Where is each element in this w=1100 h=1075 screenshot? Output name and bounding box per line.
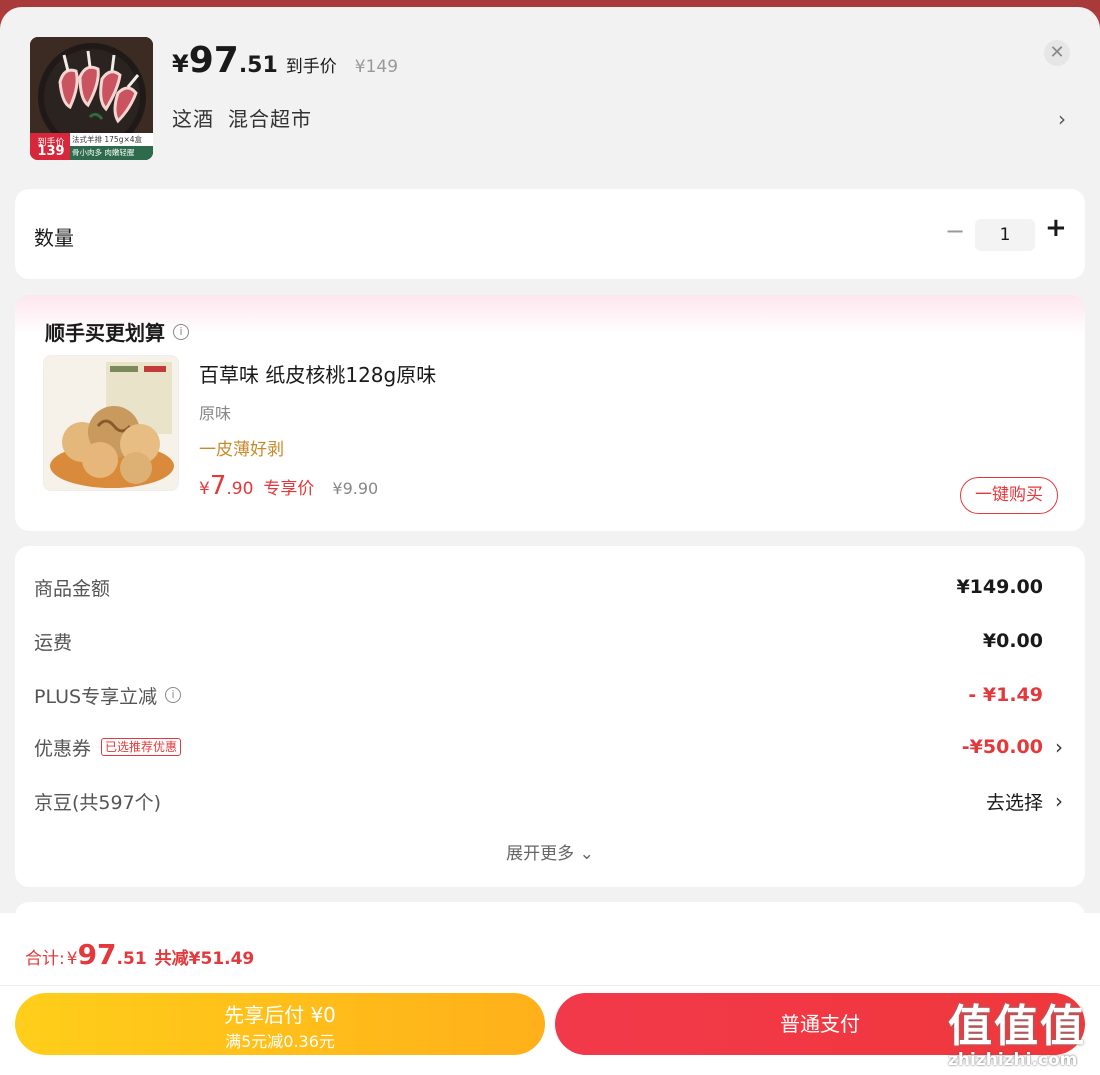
shop-name-1: 这酒 bbox=[172, 107, 214, 131]
summary-label: 优惠券 已选推荐优惠 bbox=[34, 734, 182, 761]
pay-later-button[interactable]: 先享后付 ¥0 满5元减0.36元 bbox=[15, 993, 545, 1055]
info-icon[interactable]: i bbox=[173, 323, 189, 340]
summary-value: - ¥1.49 bbox=[968, 684, 1043, 706]
total-decimal: .51 bbox=[116, 949, 147, 969]
pay-later-subtitle: 满5元减0.36元 bbox=[225, 1032, 335, 1051]
original-price: ¥149 bbox=[354, 57, 399, 77]
chevron-right-icon[interactable]: › bbox=[1058, 107, 1066, 131]
summary-label: PLUS专享立减 i bbox=[34, 682, 182, 709]
total-integer: 97 bbox=[77, 938, 117, 971]
summary-row-coupon[interactable]: 优惠券 已选推荐优惠 -¥50.00 › bbox=[34, 732, 1063, 762]
summary-label: 商品金额 bbox=[34, 577, 111, 600]
price-currency: ¥ bbox=[172, 50, 189, 78]
summary-value: ¥149.00 bbox=[956, 576, 1043, 598]
checkout-bottom-bar: 合计: ¥ 97 .51 共减¥51.49 先享后付 ¥0 满5元减0.36元 … bbox=[0, 913, 1100, 1075]
summary-value[interactable]: 去选择 bbox=[986, 788, 1043, 815]
quantity-card: 数量 − 1 + bbox=[15, 189, 1085, 279]
summary-row-goods: 商品金额 ¥149.00 bbox=[34, 572, 1063, 602]
price-integer: 97 bbox=[188, 40, 239, 81]
chevron-right-icon[interactable]: › bbox=[1055, 735, 1063, 759]
coupon-label: 优惠券 bbox=[34, 737, 92, 760]
deal-price-decimal: .90 bbox=[226, 479, 254, 499]
order-summary-card: 商品金额 ¥149.00 运费 ¥0.00 PLUS专享立减 i - ¥1.49… bbox=[15, 546, 1085, 887]
summary-label: 运费 bbox=[34, 631, 73, 654]
shop-name[interactable]: 这酒 混合超市 bbox=[172, 103, 326, 132]
one-click-buy-button[interactable]: 一键购买 bbox=[960, 477, 1058, 514]
plus-discount-label: PLUS专享立减 bbox=[34, 685, 158, 708]
total-label: 合计: bbox=[25, 949, 65, 969]
deal-price-label: 专享价 bbox=[263, 479, 315, 499]
deal-original-price: ¥9.90 bbox=[332, 479, 379, 498]
deal-product-name[interactable]: 百草味 纸皮核桃128g原味 bbox=[199, 359, 436, 388]
deal-title: 顺手买更划算 i bbox=[45, 317, 189, 346]
deal-product-spec: 原味 bbox=[199, 404, 232, 423]
chevron-right-icon[interactable]: › bbox=[1055, 789, 1063, 813]
watermark-big-text: 值值值 bbox=[948, 1001, 1086, 1052]
total-saved: 共减¥51.49 bbox=[154, 949, 255, 969]
quantity-label: 数量 bbox=[34, 226, 74, 250]
deal-price: ¥ 7 .90 专享价 ¥9.90 bbox=[199, 471, 378, 501]
summary-row-shipping: 运费 ¥0.00 bbox=[34, 626, 1063, 656]
deal-title-text: 顺手买更划算 bbox=[45, 321, 165, 345]
coupon-badge: 已选推荐优惠 bbox=[101, 738, 182, 756]
divider bbox=[0, 985, 1100, 986]
deal-price-integer: 7 bbox=[209, 471, 227, 501]
thumb-badge-price: 139 bbox=[37, 144, 65, 159]
product-thumbnail: 到手价 139 法式羊排 175g×4盒 骨小肉多 肉嫩轻腥 bbox=[30, 37, 153, 160]
summary-value: ¥0.00 bbox=[982, 630, 1043, 652]
expand-more-button[interactable]: 展开更多 ⌄ bbox=[15, 839, 1085, 864]
total-currency: ¥ bbox=[66, 949, 78, 969]
pay-later-title: 先享后付 ¥0 bbox=[224, 1003, 336, 1027]
plus-icon[interactable]: + bbox=[1045, 215, 1067, 241]
watermark-logo: 值值值 zhizhizhi.com bbox=[948, 990, 1086, 1070]
thumb-caption-1: 法式羊排 175g×4盒 bbox=[72, 135, 143, 144]
deal-price-currency: ¥ bbox=[199, 479, 210, 499]
quantity-input[interactable]: 1 bbox=[975, 219, 1035, 251]
watermark-url: zhizhizhi.com bbox=[948, 1050, 1078, 1070]
product-price: ¥ 97 .51 到手价 ¥149 bbox=[172, 43, 398, 79]
summary-value: -¥50.00 bbox=[961, 736, 1043, 758]
info-icon[interactable]: i bbox=[165, 687, 182, 703]
shop-name-2: 混合超市 bbox=[228, 107, 312, 131]
summary-row-jingdou[interactable]: 京豆(共597个) 去选择 › bbox=[34, 786, 1063, 816]
price-decimal: .51 bbox=[238, 53, 278, 78]
add-on-deal-card: 顺手买更划算 i 百草味 纸皮核桃128g原味 原味 一皮薄好剥 ¥ 7 .90… bbox=[15, 295, 1085, 531]
minus-icon[interactable]: − bbox=[945, 219, 965, 243]
deal-product-tag: 一皮薄好剥 bbox=[199, 440, 284, 460]
summary-label: 京豆(共597个) bbox=[34, 791, 162, 814]
price-label: 到手价 bbox=[285, 57, 337, 77]
close-icon[interactable]: ✕ bbox=[1044, 40, 1070, 66]
deal-product-image[interactable] bbox=[43, 355, 179, 491]
thumb-caption-2: 骨小肉多 肉嫩轻腥 bbox=[72, 148, 135, 157]
summary-row-plus-discount: PLUS专享立减 i - ¥1.49 bbox=[34, 680, 1063, 710]
order-total: 合计: ¥ 97 .51 共减¥51.49 bbox=[25, 938, 254, 971]
